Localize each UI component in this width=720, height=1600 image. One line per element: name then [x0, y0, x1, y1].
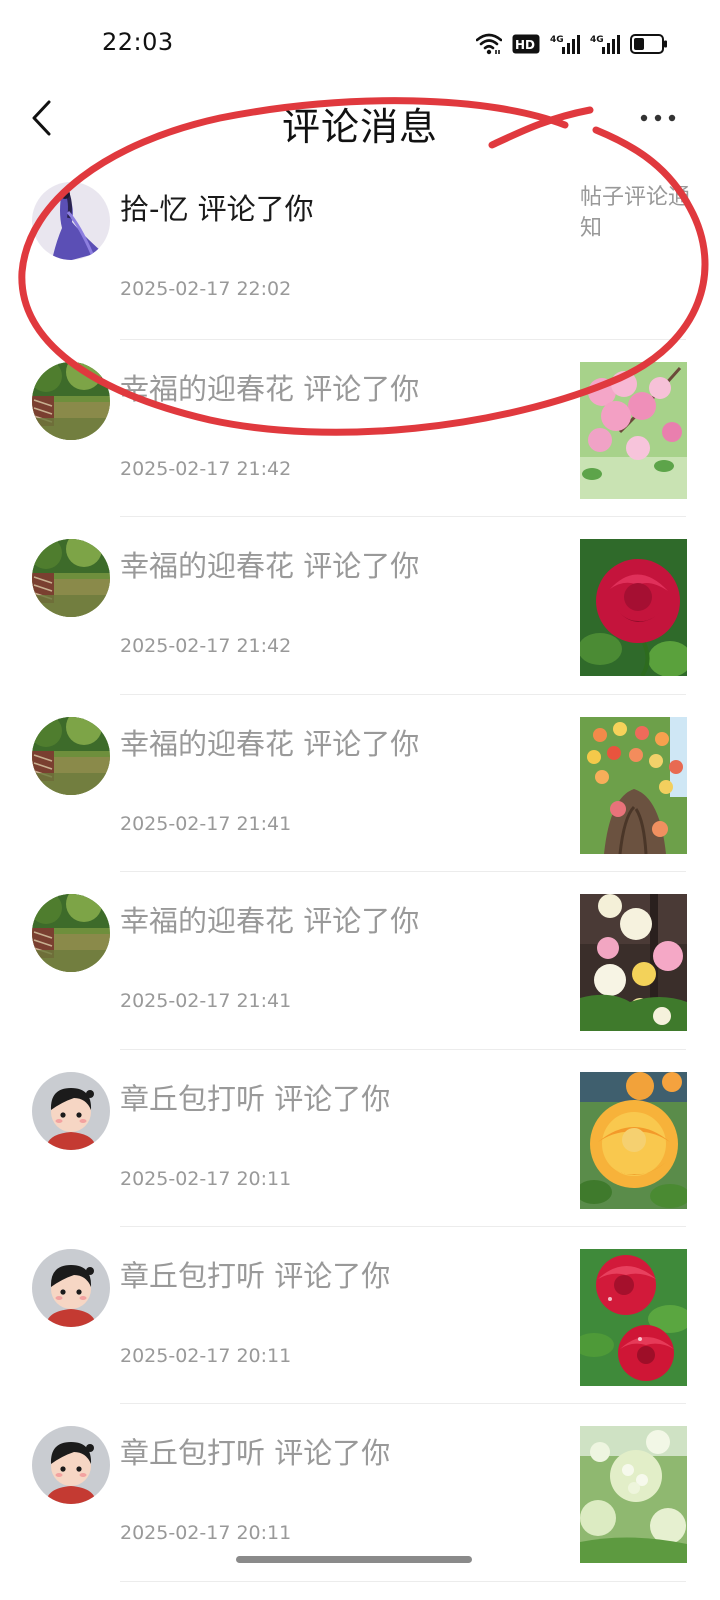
list-item[interactable]: 幸福的迎春花 评论了你 2025-02-17 21:41 — [0, 695, 720, 873]
message-title: 章丘包打听 评论了你 — [120, 1258, 391, 1293]
post-thumbnail[interactable] — [580, 716, 687, 854]
header: 评论消息 — [0, 88, 720, 160]
message-time: 2025-02-17 22:02 — [120, 278, 292, 300]
avatar[interactable] — [32, 716, 110, 795]
post-thumbnail[interactable] — [580, 1071, 687, 1209]
post-thumbnail[interactable] — [580, 539, 687, 677]
home-indicator[interactable] — [236, 1556, 472, 1563]
divider — [120, 1580, 686, 1582]
message-time: 2025-02-17 21:42 — [120, 635, 292, 658]
notification-type-label: 帖子评论通知 — [580, 185, 691, 241]
hd-icon: HD — [512, 34, 540, 54]
more-dots-icon — [640, 114, 676, 122]
post-thumbnail[interactable] — [580, 894, 687, 1032]
list-item[interactable]: 幸福的迎春花 评论了你 2025-02-17 21:42 — [0, 340, 720, 518]
wifi-icon — [476, 33, 502, 55]
hd-text: HD — [515, 38, 535, 52]
battery-icon — [630, 34, 667, 54]
signal-4g-icon: 4G — [590, 35, 620, 54]
message-list: 拾-忆 评论了你 2025-02-17 22:02 帖子评论通知 幸福的迎春花 — [0, 160, 720, 1582]
status-time: 22:03 — [102, 28, 174, 56]
list-item[interactable]: 章丘包打听 评论了你 2025-02-17 20:11 — [0, 1050, 720, 1227]
post-thumbnail[interactable] — [580, 362, 687, 499]
signal-4g-icon: 4G — [550, 35, 580, 54]
list-item[interactable]: 幸福的迎春花 评论了你 2025-02-17 21:42 — [0, 517, 720, 695]
net-text: 4G — [550, 35, 564, 45]
post-thumbnail[interactable] — [580, 1248, 687, 1386]
message-title: 拾-忆 评论了你 — [120, 192, 314, 226]
list-item[interactable]: 拾-忆 评论了你 2025-02-17 22:02 帖子评论通知 — [0, 160, 720, 340]
avatar[interactable] — [32, 539, 110, 618]
message-time: 2025-02-17 20:11 — [120, 1522, 292, 1545]
list-item[interactable]: 章丘包打听 评论了你 2025-02-17 20:11 — [0, 1227, 720, 1405]
message-time: 2025-02-17 21:42 — [120, 458, 292, 480]
message-title: 幸福的迎春花 评论了你 — [120, 726, 420, 761]
app-screen: 22:03 HD 4G 4G 评论消息 拾-忆 评论了你 2025-02-17 … — [0, 0, 720, 1600]
post-thumbnail[interactable] — [580, 1426, 687, 1564]
net-text: 4G — [590, 35, 604, 45]
message-title: 幸福的迎春花 评论了你 — [120, 549, 420, 584]
avatar[interactable] — [32, 362, 110, 440]
message-title: 幸福的迎春花 评论了你 — [120, 372, 420, 406]
message-title: 章丘包打听 评论了你 — [120, 1081, 391, 1116]
avatar[interactable] — [32, 182, 110, 260]
list-item[interactable]: 幸福的迎春花 评论了你 2025-02-17 21:41 — [0, 872, 720, 1050]
status-bar: 22:03 HD 4G 4G — [0, 0, 720, 88]
message-time: 2025-02-17 20:11 — [120, 1167, 292, 1190]
message-title: 章丘包打听 评论了你 — [120, 1436, 391, 1471]
status-icons: HD 4G 4G — [476, 30, 668, 58]
avatar[interactable] — [32, 894, 110, 973]
avatar[interactable] — [32, 1248, 110, 1327]
message-title: 幸福的迎春花 评论了你 — [120, 904, 420, 939]
avatar[interactable] — [32, 1426, 110, 1505]
avatar[interactable] — [32, 1071, 110, 1150]
message-time: 2025-02-17 20:11 — [120, 1344, 292, 1367]
message-time: 2025-02-17 21:41 — [120, 990, 292, 1013]
message-time: 2025-02-17 21:41 — [120, 812, 292, 835]
page-title: 评论消息 — [281, 105, 438, 149]
more-button[interactable] — [636, 102, 680, 134]
